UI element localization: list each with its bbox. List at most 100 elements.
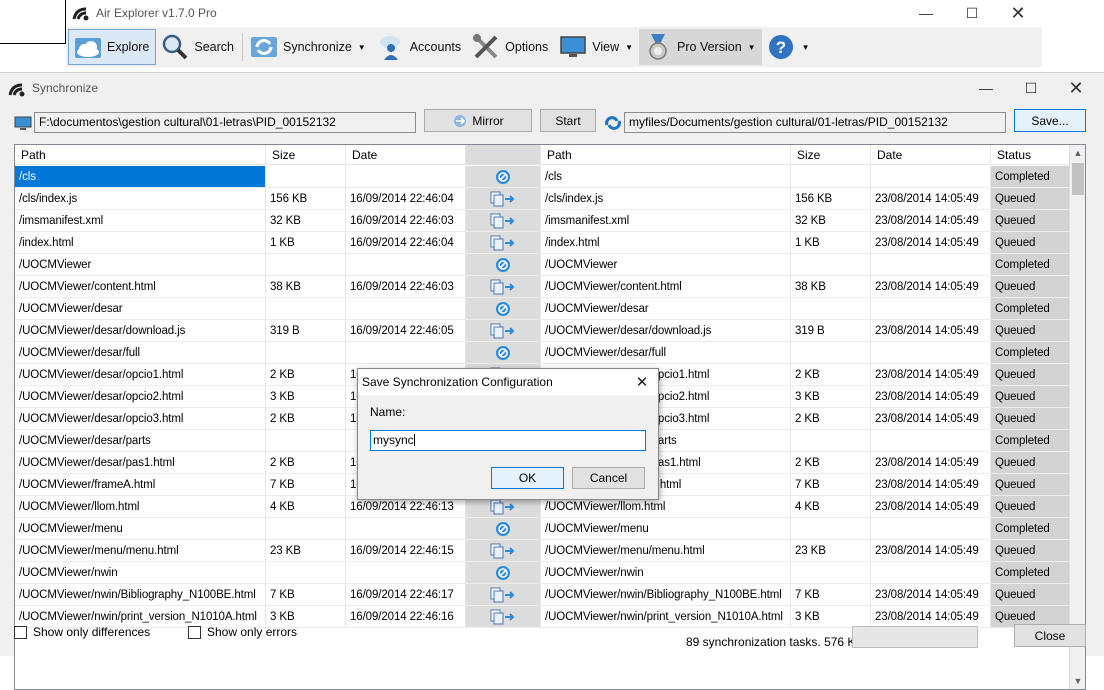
save-label: Save... (1031, 113, 1069, 128)
explore-button[interactable]: Explore (68, 29, 157, 65)
sync-icon (251, 37, 277, 57)
tools-icon (473, 34, 498, 59)
left-size-cell (266, 342, 346, 364)
table-row[interactable]: /UOCMViewer/menu/menu.html 23 KB 16/09/201… (15, 540, 1071, 562)
search-button[interactable]: Search (156, 29, 240, 65)
left-path-cell: /UOCMViewer/content.html (15, 276, 266, 298)
right-date-cell: 23/08/2014 14:05:49 (871, 188, 991, 210)
action-cell (466, 562, 541, 584)
left-size-cell (266, 562, 346, 584)
status-cell: Queued (991, 276, 1071, 298)
column-header-status[interactable]: Status (991, 145, 1071, 165)
left-size-cell: 7 KB (266, 474, 346, 496)
right-path-cell: /UOCMViewer (541, 254, 791, 276)
show-only-errors-checkbox[interactable]: Show only errors (188, 625, 297, 639)
sync-window-title: Synchronize (32, 81, 99, 95)
right-size-cell: 3 KB (791, 386, 871, 408)
table-row[interactable]: /UOCMViewer/content.html 38 KB 16/09/2014 … (15, 276, 1071, 298)
column-header-left-date[interactable]: Date (346, 145, 466, 165)
table-row[interactable]: /UOCMViewer/nwin/Bibliography_N100BE.htm… (15, 584, 1071, 606)
help-button[interactable]: ? ▼ (762, 29, 816, 65)
table-row[interactable]: /UOCMViewer/desar/UOCMViewer/desar Comple… (15, 298, 1071, 320)
name-label: Name: (370, 405, 406, 419)
table-row[interactable]: /imsmanifest.xml 32 KB 16/09/2014 22:46:03… (15, 210, 1071, 232)
right-path-cell: /index.html (541, 232, 791, 254)
left-size-cell: 7 KB (266, 584, 346, 606)
desktop-corner (0, 0, 66, 44)
right-date-cell: 23/08/2014 14:05:49 (871, 606, 991, 628)
column-header-left-size[interactable]: Size (266, 145, 346, 165)
start-button[interactable]: Start (540, 109, 596, 132)
left-date-cell (346, 342, 466, 364)
action-cell (466, 298, 541, 320)
accounts-button[interactable]: Accounts (372, 29, 467, 65)
mirror-button[interactable]: Mirror (424, 109, 532, 132)
left-path-field[interactable]: F:\documentos\gestion cultural\01-letras… (34, 112, 416, 133)
checkbox-box[interactable] (14, 625, 27, 639)
table-row[interactable]: /UOCMViewer/UOCMViewer Completed (15, 254, 1071, 276)
status-cell: Completed (991, 562, 1071, 584)
minimize-icon[interactable]: — (903, 0, 949, 26)
left-size-cell: 2 KB (266, 364, 346, 386)
left-size-cell: 1 KB (266, 232, 346, 254)
table-row[interactable]: /UOCMViewer/desar/download.js 319 B 16/09/… (15, 320, 1071, 342)
minimize-icon[interactable]: — (963, 75, 1009, 101)
dialog-close-icon[interactable]: ✕ (632, 372, 652, 392)
status-cell: Completed (991, 430, 1071, 452)
column-header-right-size[interactable]: Size (791, 145, 871, 165)
checkbox-box[interactable] (188, 625, 201, 639)
scrollbar-thumb[interactable] (1072, 163, 1084, 195)
view-button[interactable]: View ▼ (554, 29, 639, 65)
left-size-cell (266, 518, 346, 540)
ok-label: OK (518, 471, 537, 485)
sync-progress-bar (852, 626, 978, 648)
action-cell (466, 342, 541, 364)
right-size-cell: 7 KB (791, 584, 871, 606)
app-logo-icon (72, 7, 89, 21)
right-path-field[interactable]: myfiles/Documents/gestion cultural/01-le… (624, 112, 1006, 133)
close-icon[interactable]: ✕ (995, 0, 1041, 26)
maximize-icon[interactable]: ☐ (949, 0, 995, 26)
left-path-cell: /UOCMViewer/desar/opcio2.html (15, 386, 266, 408)
column-header-right-date[interactable]: Date (871, 145, 991, 165)
scroll-down-icon[interactable]: ▼ (1070, 673, 1085, 689)
table-row[interactable]: /cls/cls Completed (15, 166, 1071, 188)
table-row[interactable]: /index.html 1 KB 16/09/2014 22:46:04/index… (15, 232, 1071, 254)
vertical-scrollbar[interactable]: ▲ ▼ (1069, 145, 1085, 689)
right-path-cell: /imsmanifest.xml (541, 210, 791, 232)
status-cell: Queued (991, 584, 1071, 606)
show-only-differences-checkbox[interactable]: Show only differences (14, 625, 150, 639)
left-date-cell: 16/09/2014 22:46:03 (346, 276, 466, 298)
name-input[interactable]: mysync (370, 430, 646, 451)
table-row[interactable]: /UOCMViewer/nwin/UOCMViewer/nwin Complete… (15, 562, 1071, 584)
table-row[interactable]: /UOCMViewer/nwin/print_version_N1010A.ht… (15, 606, 1071, 628)
maximize-icon[interactable]: ☐ (1008, 75, 1054, 101)
ok-button[interactable]: OK (491, 467, 564, 489)
column-header-right-path[interactable]: Path (541, 145, 791, 165)
options-button[interactable]: Options (467, 29, 554, 65)
explore-label: Explore (107, 40, 150, 54)
cancel-button[interactable]: Cancel (572, 467, 645, 489)
chevron-down-icon: ▼ (801, 42, 810, 52)
table-row[interactable]: /UOCMViewer/desar/full/UOCMViewer/desar/… (15, 342, 1071, 364)
cancel-label: Cancel (589, 471, 628, 485)
copy-right-icon (490, 499, 515, 514)
left-date-cell (346, 298, 466, 320)
scroll-up-icon[interactable]: ▲ (1070, 145, 1085, 161)
right-path-cell: /UOCMViewer/menu/menu.html (541, 540, 791, 562)
pro-version-label: Pro Version (677, 40, 742, 54)
synchronize-button[interactable]: Synchronize ▼ (245, 29, 372, 65)
left-date-cell: 16/09/2014 22:46:16 (346, 606, 466, 628)
skip-icon (496, 169, 510, 184)
pro-version-button[interactable]: Pro Version ▼ (639, 29, 762, 65)
status-cell: Queued (991, 364, 1071, 386)
right-path-cell: /UOCMViewer/nwin/Bibliography_N100BE.htm… (541, 584, 791, 606)
close-button[interactable]: Close (1014, 624, 1086, 647)
close-icon[interactable]: ✕ (1053, 75, 1099, 101)
help-icon: ? (768, 35, 793, 59)
save-button[interactable]: Save... (1014, 109, 1086, 132)
table-row[interactable]: /cls/index.js 156 KB 16/09/2014 22:46:04/c… (15, 188, 1071, 210)
column-header-action[interactable] (466, 145, 541, 165)
table-row[interactable]: /UOCMViewer/menu/UOCMViewer/menu Complete… (15, 518, 1071, 540)
column-header-left-path[interactable]: Path (15, 145, 266, 165)
